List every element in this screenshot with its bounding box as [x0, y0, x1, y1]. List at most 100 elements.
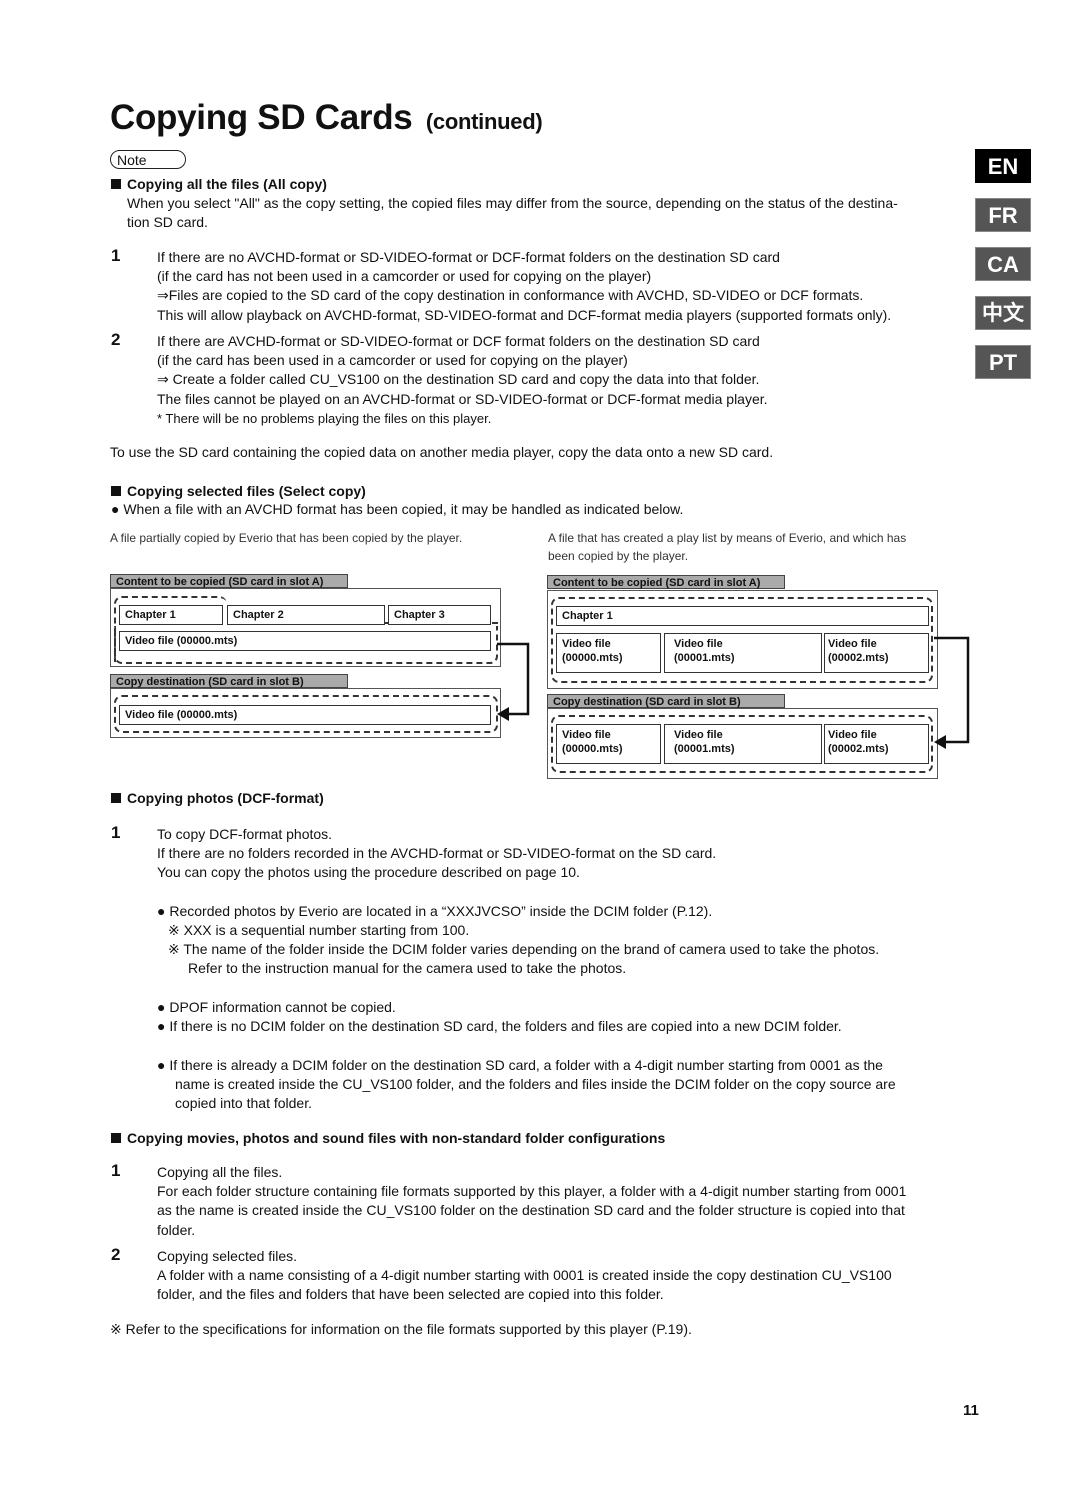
page-title: Copying SD Cards (continued) — [110, 98, 543, 138]
all-copy-footer: To use the SD card containing the copied… — [110, 444, 774, 460]
photos-note-xxx: ※ XXX is a sequential number starting fr… — [168, 922, 470, 938]
lang-tab-fr[interactable]: FR — [975, 198, 1031, 232]
text-line: This will allow playback on AVCHD-format… — [157, 306, 892, 323]
text-line: ※ The name of the folder inside the DCIM… — [168, 941, 880, 957]
video-file-cell: Video file (00002.mts) — [824, 724, 929, 764]
text-line: (if the card has been used in a camcorde… — [157, 352, 628, 369]
heading-text: Copying photos (DCF-format) — [127, 790, 324, 806]
all-copy-step-1: If there are no AVCHD-format or SD-VIDEO… — [157, 248, 891, 325]
diagram-right-caption: A file that has created a play list by m… — [548, 529, 906, 565]
text-line: You can copy the photos using the proced… — [157, 864, 580, 881]
page-title-suffix: (continued) — [425, 109, 543, 134]
photos-bullet-everio: ● Recorded photos by Everio are located … — [157, 903, 713, 919]
text-line: ● If there is already a DCIM folder on t… — [157, 1057, 883, 1073]
text-line: (if the card has not been used in a camc… — [157, 268, 652, 285]
text-line: Copying all the files. — [157, 1164, 283, 1180]
photos-bullet-existing-dcim: ● If there is already a DCIM folder on t… — [157, 1056, 896, 1114]
diagram-left: Content to be copied (SD card in slot A)… — [110, 574, 530, 744]
file-id: (00000.mts) — [562, 652, 623, 664]
copy-arrow-icon — [497, 642, 530, 721]
text-line: as the name is created inside the CU_VS1… — [157, 1202, 905, 1219]
square-bullet-icon — [111, 1133, 121, 1143]
text-line: A file that has created a play list by m… — [548, 531, 907, 545]
file-id: (00001.mts) — [674, 652, 735, 664]
text-line: If there are no folders recorded in the … — [157, 845, 717, 862]
lang-tab-en[interactable]: EN — [975, 149, 1031, 183]
file-id: (00002.mts) — [828, 652, 889, 664]
file-name: Video file — [562, 729, 611, 741]
text-line: Refer to the instruction manual for the … — [188, 960, 627, 977]
file-id: (00001.mts) — [674, 743, 735, 755]
square-bullet-icon — [111, 793, 121, 803]
heading-text: Copying all the files (All copy) — [127, 176, 327, 192]
file-name: Video file — [828, 638, 877, 650]
heading-text: Copying movies, photos and sound files w… — [127, 1130, 666, 1146]
video-file-cell: Video file (00000.mts) — [119, 705, 491, 725]
text-line: The files cannot be played on an AVCHD-f… — [157, 390, 768, 407]
all-copy-step-2: If there are AVCHD-format or SD-VIDEO-fo… — [157, 332, 768, 428]
note-label: Note — [110, 150, 186, 169]
all-copy-intro: When you select "All" as the copy settin… — [127, 194, 898, 232]
chapter-cell: Chapter 3 — [388, 605, 491, 625]
nonstandard-step-1: Copying all the files. For each folder s… — [157, 1163, 906, 1240]
video-file-cell: Video file (00000.mts) — [556, 724, 661, 764]
heading-text: Copying selected files (Select copy) — [127, 483, 366, 499]
lang-tab-ca[interactable]: CA — [975, 247, 1031, 281]
video-file-cell: Video file (00002.mts) — [824, 633, 929, 673]
nonstandard-footnote: ※ Refer to the specifications for inform… — [110, 1321, 692, 1337]
photos-bullet-dpof: ● DPOF information cannot be copied. — [157, 999, 396, 1015]
lang-tab-pt[interactable]: PT — [975, 345, 1031, 379]
photos-bullet-no-dcim: ● If there is no DCIM folder on the dest… — [157, 1018, 842, 1034]
video-file-cell: Video file (00000.mts) — [119, 631, 491, 651]
text-line: folder. — [157, 1221, 196, 1238]
text-line: If there are no AVCHD-format or SD-VIDEO… — [157, 249, 780, 265]
dest-label: Copy destination (SD card in slot B) — [547, 694, 785, 708]
step-number: 1 — [111, 823, 121, 842]
source-label: Content to be copied (SD card in slot A) — [547, 575, 785, 589]
file-name: Video file — [674, 638, 723, 650]
text-line: * There will be no problems playing the … — [157, 410, 492, 426]
text-line: name is created inside the CU_VS100 fold… — [175, 1076, 896, 1093]
heading-photos: Copying photos (DCF-format) — [111, 790, 324, 806]
text-line: To copy DCF-format photos. — [157, 826, 333, 842]
page-number: 11 — [963, 1402, 979, 1419]
page-title-main: Copying SD Cards — [110, 98, 413, 137]
lang-tab-zh[interactable]: 中文 — [975, 296, 1031, 330]
select-copy-bullet: ● When a file with an AVCHD format has b… — [111, 501, 684, 517]
chapter-cell: Chapter 1 — [119, 605, 223, 625]
text-line: For each folder structure containing fil… — [157, 1183, 907, 1200]
step-number: 1 — [111, 246, 121, 265]
text-line: ⇒Files are copied to the SD card of the … — [157, 287, 864, 304]
chapter-cell: Chapter 1 — [556, 606, 929, 626]
video-file-cell: Video file (00001.mts) — [664, 724, 822, 764]
photos-note-folder: ※ The name of the folder inside the DCIM… — [168, 940, 879, 978]
chapter-cell: Chapter 2 — [227, 605, 385, 625]
step-number: 2 — [111, 1245, 121, 1264]
step-number: 2 — [111, 330, 121, 349]
text-line: If there are AVCHD-format or SD-VIDEO-fo… — [157, 333, 760, 349]
text-line: copied into that folder. — [175, 1095, 312, 1112]
file-name: Video file — [674, 729, 723, 741]
text-line: folder, and the files and folders that h… — [157, 1286, 664, 1303]
text-line: When you select "All" as the copy settin… — [127, 195, 898, 211]
heading-all-copy: Copying all the files (All copy) — [111, 176, 327, 192]
text-line: ⇒ Create a folder called CU_VS100 on the… — [157, 371, 760, 388]
diagram-right: Content to be copied (SD card in slot A)… — [547, 575, 977, 785]
source-label: Content to be copied (SD card in slot A) — [110, 574, 348, 588]
heading-select-copy: Copying selected files (Select copy) — [111, 483, 366, 499]
text-line: tion SD card. — [127, 214, 208, 231]
diagram-left-caption: A file partially copied by Everio that h… — [110, 531, 463, 545]
text-line: Copying selected files. — [157, 1248, 298, 1264]
video-file-cell: Video file (00000.mts) — [556, 633, 661, 673]
photos-step-1: To copy DCF-format photos. If there are … — [157, 825, 716, 883]
step-number: 1 — [111, 1161, 121, 1180]
text-line: A folder with a name consisting of a 4-d… — [157, 1267, 892, 1284]
square-bullet-icon — [111, 486, 121, 496]
file-id: (00000.mts) — [562, 743, 623, 755]
dest-label: Copy destination (SD card in slot B) — [110, 674, 348, 688]
square-bullet-icon — [111, 179, 121, 189]
file-name: Video file — [562, 638, 611, 650]
nonstandard-step-2: Copying selected files. A folder with a … — [157, 1247, 892, 1305]
text-line: been copied by the player. — [548, 549, 689, 563]
heading-nonstandard: Copying movies, photos and sound files w… — [111, 1130, 665, 1146]
